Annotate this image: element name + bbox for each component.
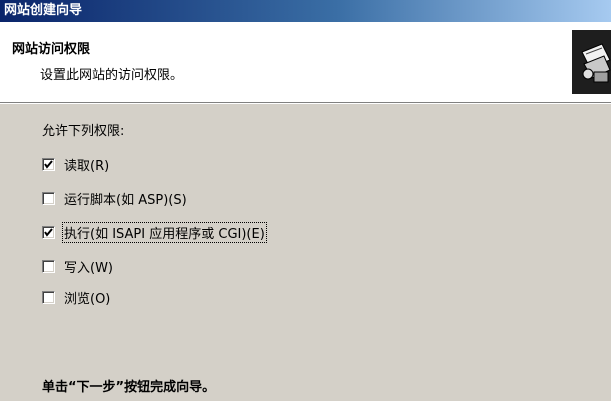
browse-label: 浏览(O) [64,291,111,307]
write-label: 写入(W) [64,260,113,276]
run-scripts-checkbox[interactable] [42,191,55,205]
checkmark-icon [44,159,53,169]
write-checkbox[interactable] [42,259,55,273]
perm-execute[interactable]: 执行(如 ISAPI 应用程序或 CGI)(E) [42,221,267,243]
window-title: 网站创建向导 [4,3,83,18]
wizard-header: 网站访问权限 设置此网站的访问权限。 [0,22,611,102]
page-title: 网站访问权限 [12,42,91,57]
permissions-label: 允许下列权限: [42,124,125,139]
title-bar[interactable]: 网站创建向导 [0,0,611,22]
browse-checkbox[interactable] [42,290,55,304]
perm-read[interactable]: 读取(R) [42,155,110,174]
header-divider-highlight [0,103,611,104]
execute-label: 执行(如 ISAPI 应用程序或 CGI)(E) [62,221,267,243]
page-subtitle: 设置此网站的访问权限。 [40,68,184,83]
perm-browse[interactable]: 浏览(O) [42,288,111,307]
footer-instruction: 单击“下一步”按钮完成向导。 [42,380,216,395]
perm-run-scripts[interactable]: 运行脚本(如 ASP)(S) [42,189,188,208]
perm-write[interactable]: 写入(W) [42,257,114,276]
execute-checkbox[interactable] [42,225,55,239]
read-checkbox[interactable] [42,157,55,171]
read-label: 读取(R) [64,158,110,174]
wizard-graphic-icon [572,30,611,94]
checkmark-icon [44,227,53,237]
run-scripts-label: 运行脚本(如 ASP)(S) [64,192,187,208]
